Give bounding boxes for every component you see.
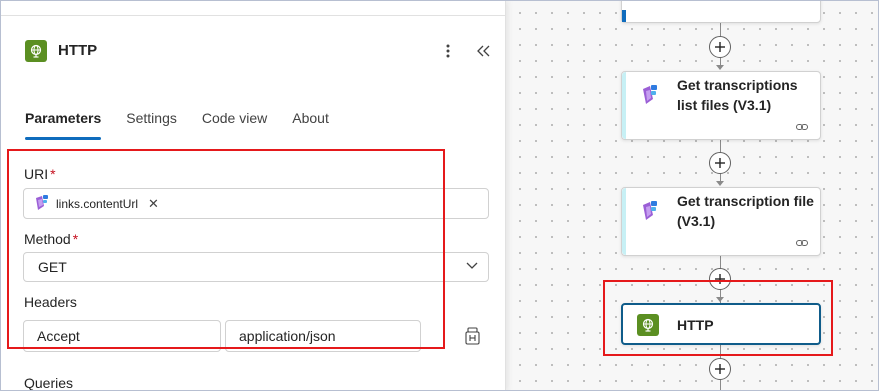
tab-parameters[interactable]: Parameters xyxy=(25,109,102,140)
http-action-card[interactable]: HTTP xyxy=(621,303,821,345)
queries-label: Queries xyxy=(24,375,74,391)
panel-top-divider xyxy=(1,15,506,16)
add-action-button[interactable] xyxy=(709,36,731,58)
add-action-button[interactable] xyxy=(709,268,731,290)
plus-icon xyxy=(715,42,725,52)
uri-required-mark: * xyxy=(50,166,56,182)
token-remove-icon[interactable]: ✕ xyxy=(148,196,159,212)
token-label: links.contentUrl xyxy=(56,197,139,211)
speech-service-icon xyxy=(643,201,657,220)
uri-label: URI * xyxy=(24,166,56,182)
card-title-line2: (V3.1) xyxy=(677,213,716,229)
http-globe-icon xyxy=(25,40,47,62)
card-title-line1: Get transcription file xyxy=(677,193,814,209)
card-title-line2: list files (V3.1) xyxy=(677,97,772,113)
card-title-line1: HTTP xyxy=(677,317,714,333)
method-required-mark: * xyxy=(72,231,79,247)
chevron-double-left-icon xyxy=(477,45,490,57)
chevron-down-icon xyxy=(466,262,478,269)
plus-icon xyxy=(715,364,725,374)
action-details-panel: HTTP Parameters Settings Code view About… xyxy=(1,1,506,391)
method-select[interactable]: GET xyxy=(23,252,489,282)
connector-arrow xyxy=(716,65,724,70)
headers-label: Headers xyxy=(24,294,77,310)
dynamic-content-token[interactable]: links.contentUrl ✕ xyxy=(32,194,159,214)
link-icon xyxy=(796,124,808,130)
get-transcriptions-list-files-card[interactable]: Get transcriptions list files (V3.1) xyxy=(621,71,821,140)
more-vertical-icon xyxy=(446,44,450,58)
connector-arrow xyxy=(716,297,724,302)
panel-title: HTTP xyxy=(58,42,98,59)
add-action-button[interactable] xyxy=(709,152,731,174)
plus-icon xyxy=(715,158,725,168)
card-status-marker xyxy=(622,10,626,22)
header-value-input[interactable]: application/json xyxy=(225,320,421,352)
plus-icon xyxy=(715,274,725,284)
method-value: GET xyxy=(38,259,67,275)
tab-about[interactable]: About xyxy=(292,109,329,139)
get-transcription-file-card[interactable]: Get transcription file (V3.1) xyxy=(621,187,821,256)
panel-tabs: Parameters Settings Code view About xyxy=(25,109,354,140)
speech-service-icon xyxy=(643,85,657,104)
header-key-input[interactable]: Accept xyxy=(23,320,221,352)
delete-icon xyxy=(465,327,480,345)
method-label: Method * xyxy=(24,231,78,247)
window-frame: HTTP Parameters Settings Code view About… xyxy=(0,0,879,391)
delete-header-button[interactable] xyxy=(463,326,483,346)
method-label-text: Method xyxy=(24,231,71,247)
previous-action-card[interactable] xyxy=(621,1,821,23)
card-title-line1: Get transcriptions xyxy=(677,77,798,93)
card-accent-bar xyxy=(622,188,626,255)
tab-code-view[interactable]: Code view xyxy=(202,109,267,139)
http-globe-icon xyxy=(637,314,659,336)
add-action-button[interactable] xyxy=(709,358,731,380)
card-accent-bar xyxy=(622,72,626,139)
more-options-button[interactable] xyxy=(438,39,458,63)
collapse-panel-button[interactable] xyxy=(474,39,494,63)
tab-settings[interactable]: Settings xyxy=(126,109,177,139)
uri-label-text: URI xyxy=(24,166,49,182)
connector-arrow xyxy=(716,181,724,186)
link-icon xyxy=(796,240,808,246)
speech-service-icon xyxy=(36,195,48,210)
uri-input[interactable]: links.contentUrl ✕ xyxy=(23,188,489,219)
